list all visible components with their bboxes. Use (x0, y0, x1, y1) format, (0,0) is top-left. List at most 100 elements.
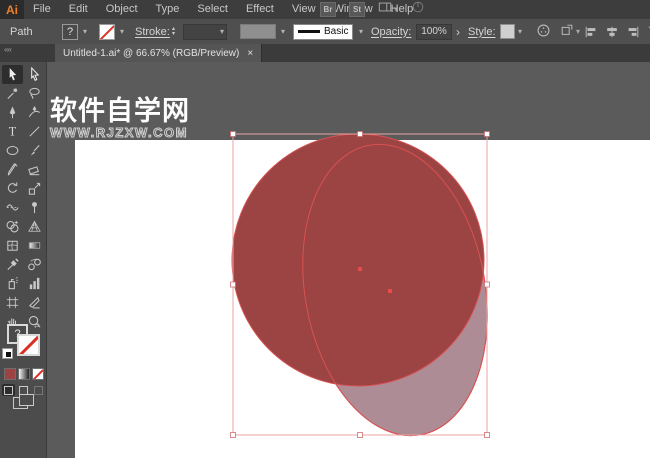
stroke-color-swatch[interactable] (99, 23, 115, 40)
width-profile-chevron-icon[interactable]: ▾ (281, 27, 285, 36)
lasso-tool[interactable] (24, 84, 45, 103)
fill-color-swatch[interactable]: ? (62, 23, 78, 40)
opacity-label[interactable]: Opacity: (371, 19, 411, 44)
menu-view[interactable]: View (283, 0, 325, 19)
arrange-icon (560, 23, 574, 40)
rotate-tool[interactable] (2, 179, 23, 198)
slice-tool[interactable] (24, 293, 45, 312)
gradient-tool[interactable] (24, 236, 45, 255)
paintbrush-tool[interactable] (24, 141, 45, 160)
pen-tool[interactable] (2, 103, 23, 122)
magic-wand-tool[interactable] (2, 84, 23, 103)
column-graph-tool[interactable] (24, 274, 45, 293)
mesh-tool[interactable] (2, 236, 23, 255)
cs-live-icon (411, 0, 425, 19)
tool-row (0, 179, 46, 198)
tab-close-icon[interactable]: × (247, 48, 253, 59)
stroke-chevron-icon[interactable]: ▾ (120, 27, 124, 36)
tool-row (0, 141, 46, 160)
ellipse-1[interactable] (231, 133, 485, 387)
stroke-weight-dropdown[interactable]: ▾ (183, 23, 227, 40)
none-button[interactable] (31, 368, 44, 380)
illustrator-window: Ai FileEditObjectTypeSelectEffectViewWin… (0, 0, 650, 458)
style-label[interactable]: Style: (468, 19, 496, 44)
fill-chevron-icon[interactable]: ▾ (83, 27, 87, 36)
stock-button[interactable]: St (349, 2, 365, 17)
swap-fill-stroke-icon[interactable]: ⇄ (34, 322, 40, 330)
stroke-stepper[interactable]: ▴ ▾ (172, 26, 175, 37)
line-segment-tool[interactable] (24, 122, 45, 141)
puppet-warp-tool[interactable] (24, 198, 45, 217)
menu-type[interactable]: Type (147, 0, 189, 19)
width-tool[interactable] (2, 198, 23, 217)
stroke-weight-label[interactable]: Stroke: (135, 19, 170, 44)
perspective-grid-tool[interactable] (24, 217, 45, 236)
menu-edit[interactable]: Edit (60, 0, 97, 19)
tool-row (0, 255, 46, 274)
app-logo: Ai (0, 0, 24, 19)
style-swatch[interactable] (500, 24, 515, 39)
svg-text:T: T (8, 125, 16, 139)
cs-live-button[interactable] (411, 0, 425, 19)
workspace-icon (378, 0, 392, 19)
color-button[interactable] (3, 368, 16, 380)
workspace-switcher-button[interactable]: ▾ (378, 0, 398, 19)
selection-tool[interactable] (1, 65, 23, 84)
opacity-value[interactable]: 100% (416, 23, 452, 40)
style-chevron-icon[interactable]: ▾ (518, 27, 522, 36)
align-right-button[interactable] (626, 25, 640, 39)
arrange-button[interactable]: ▾ (560, 19, 580, 44)
selection-type-label: Path (10, 25, 33, 38)
center-point-1 (358, 267, 362, 271)
document-tab[interactable]: Untitled-1.ai* @ 66.67% (RGB/Preview) × (55, 44, 263, 62)
width-profile-dropdown[interactable] (240, 24, 276, 39)
align-left-button[interactable] (584, 25, 598, 39)
tool-row (0, 103, 46, 122)
tool-rows: T (0, 62, 46, 331)
document-title: Untitled-1.ai* @ 66.67% (RGB/Preview) (63, 47, 240, 59)
opacity-more-button[interactable]: › (456, 19, 460, 44)
symbol-sprayer-tool[interactable] (2, 274, 23, 293)
eraser-tool[interactable] (24, 160, 45, 179)
default-fill-stroke-icon[interactable] (2, 348, 13, 359)
menu-object[interactable]: Object (97, 0, 147, 19)
direct-selection-tool[interactable] (24, 65, 45, 84)
canvas-area[interactable]: 软件自学网 WWW.RJZXW.COM (47, 62, 650, 458)
align-center-button[interactable] (605, 25, 619, 39)
menu-bar: Ai FileEditObjectTypeSelectEffectViewWin… (0, 0, 650, 20)
artwork-layer (230, 130, 509, 451)
screen-mode-button[interactable] (13, 394, 34, 410)
artboard-tool[interactable] (2, 293, 23, 312)
stroke-indicator[interactable] (17, 334, 40, 356)
menu-right-icons: Br St ▾ (320, 0, 425, 19)
brush-preview (298, 30, 320, 33)
tools-panel: T ? ⇄ (0, 62, 47, 458)
shape-builder-tool[interactable] (2, 217, 23, 236)
menu-effect[interactable]: Effect (237, 0, 283, 19)
eyedropper-tool[interactable] (2, 255, 23, 274)
gradient-button[interactable] (17, 368, 30, 380)
control-bar: Path ? ▾ ▾ Stroke: ▴ ▾ ▾ ▾ Basic ▾ Opacit… (0, 19, 650, 45)
bridge-button[interactable]: Br (320, 2, 336, 17)
menu-file[interactable]: File (24, 0, 60, 19)
panel-collapse-icon[interactable]: «« (4, 45, 12, 54)
center-point-2 (388, 289, 392, 293)
brush-definition-dropdown[interactable]: Basic (293, 23, 354, 40)
selected-ellipses[interactable] (231, 130, 509, 451)
scale-tool[interactable] (24, 179, 45, 198)
curvature-tool[interactable] (24, 103, 45, 122)
ellipse-tool[interactable] (2, 141, 23, 160)
blend-tool[interactable] (24, 255, 45, 274)
tool-row (0, 198, 46, 217)
menu-select[interactable]: Select (188, 0, 237, 19)
brush-name: Basic (324, 26, 349, 37)
fill-stroke-indicator: ? ⇄ (0, 322, 47, 364)
brush-chevron-icon[interactable]: ▾ (359, 27, 363, 36)
circle-options-icon (536, 23, 551, 41)
pencil-tool[interactable] (2, 160, 23, 179)
tool-row (0, 274, 46, 293)
main-area: T ? ⇄ 软件自学网 WWW.RJZXW (0, 62, 650, 458)
shaper-options-button[interactable] (536, 19, 551, 44)
chevron-down-icon: ▾ (394, 5, 399, 14)
type-tool[interactable]: T (2, 122, 23, 141)
